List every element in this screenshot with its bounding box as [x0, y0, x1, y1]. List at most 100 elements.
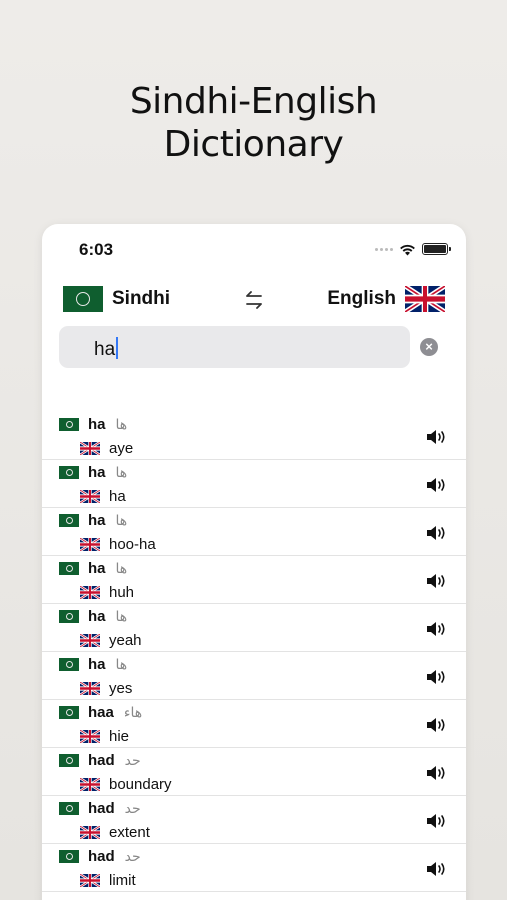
result-script: حد — [124, 800, 141, 817]
result-translation: ha — [109, 488, 126, 505]
pakistan-flag-icon — [59, 706, 79, 719]
result-source: haa هاء — [59, 704, 142, 721]
result-row[interactable]: ha ها yeah — [42, 604, 466, 652]
result-word: ha — [88, 608, 106, 625]
pakistan-flag-icon — [59, 466, 79, 479]
result-row[interactable]: ha ها aye — [42, 412, 466, 460]
speaker-icon[interactable] — [425, 476, 447, 494]
result-translation-line: huh — [80, 584, 134, 601]
uk-flag-icon — [80, 490, 100, 503]
speaker-icon[interactable] — [425, 572, 447, 590]
result-word: ha — [88, 416, 106, 433]
result-translation: hie — [109, 728, 130, 745]
result-row[interactable]: ha ها yes — [42, 652, 466, 700]
uk-flag-icon — [80, 442, 100, 455]
uk-flag-icon — [80, 634, 100, 647]
speaker-icon[interactable] — [425, 860, 447, 878]
result-script: حد — [124, 848, 141, 865]
result-translation-line: limit — [80, 872, 136, 889]
result-translation-line: aye — [80, 440, 133, 457]
battery-icon — [422, 243, 451, 255]
result-word: had — [88, 848, 115, 865]
clear-circle-icon[interactable]: × — [420, 338, 438, 356]
result-word: haa — [88, 704, 114, 721]
result-translation: boundary — [109, 776, 172, 793]
status-icons — [375, 242, 451, 256]
speaker-icon[interactable] — [425, 764, 447, 782]
result-source: ha ها — [59, 608, 127, 625]
pakistan-flag-icon — [59, 562, 79, 575]
pakistan-flag-icon — [59, 658, 79, 671]
result-translation: yes — [109, 680, 133, 697]
result-script: ها — [115, 416, 128, 433]
search-input[interactable]: ha — [59, 326, 410, 368]
uk-flag-icon — [80, 730, 100, 743]
language-bar: Sindhi English — [42, 284, 466, 314]
speaker-icon[interactable] — [425, 524, 447, 542]
status-bar: 6:03 — [42, 224, 466, 274]
swap-arrows-icon[interactable] — [242, 288, 266, 312]
result-row[interactable]: ha ها ha — [42, 460, 466, 508]
uk-flag-icon — [80, 682, 100, 695]
result-word: ha — [88, 560, 106, 577]
results-list: ha ها aye ha ها ha ha ها hoo-ha ha ها huh ha ها yeah ha… — [42, 412, 466, 892]
source-language[interactable]: Sindhi — [63, 286, 170, 312]
uk-flag-icon — [80, 538, 100, 551]
result-row[interactable]: haa هاء hie — [42, 700, 466, 748]
result-script: ها — [115, 512, 128, 529]
pakistan-flag-icon — [59, 418, 79, 431]
result-translation-line: yeah — [80, 632, 142, 649]
search-row: ha × — [42, 326, 466, 368]
signal-icon — [375, 247, 393, 251]
result-source: ha ها — [59, 464, 127, 481]
result-row[interactable]: ha ها hoo-ha — [42, 508, 466, 556]
result-script: هاء — [123, 704, 143, 721]
result-translation: huh — [109, 584, 135, 601]
result-word: ha — [88, 464, 106, 481]
speaker-icon[interactable] — [425, 620, 447, 638]
uk-flag-icon — [80, 778, 100, 791]
result-translation: limit — [109, 872, 136, 889]
result-source: had حد — [59, 752, 141, 769]
wifi-icon — [400, 244, 415, 255]
uk-flag-icon — [80, 586, 100, 599]
speaker-icon[interactable] — [425, 428, 447, 446]
result-translation-line: boundary — [80, 776, 172, 793]
status-time: 6:03 — [79, 240, 114, 259]
phone-screen: 6:03 Sindhi English ha × ha ها aye ha ها… — [42, 224, 466, 900]
headline: Sindhi-English Dictionary — [0, 80, 507, 166]
result-source: had حد — [59, 848, 141, 865]
pakistan-flag-icon — [59, 850, 79, 863]
result-translation-line: ha — [80, 488, 126, 505]
target-language[interactable]: English — [327, 286, 445, 312]
result-source: ha ها — [59, 656, 127, 673]
pakistan-flag-icon — [63, 286, 103, 312]
pakistan-flag-icon — [59, 610, 79, 623]
result-script: حد — [124, 752, 141, 769]
speaker-icon[interactable] — [425, 716, 447, 734]
pakistan-flag-icon — [59, 802, 79, 815]
source-language-label: Sindhi — [112, 288, 171, 309]
result-row[interactable]: ha ها huh — [42, 556, 466, 604]
result-row[interactable]: had حد boundary — [42, 748, 466, 796]
result-row[interactable]: had حد limit — [42, 844, 466, 892]
uk-flag-icon — [80, 874, 100, 887]
speaker-icon[interactable] — [425, 668, 447, 686]
result-translation: yeah — [109, 632, 142, 649]
result-source: had حد — [59, 800, 141, 817]
result-source: ha ها — [59, 416, 127, 433]
result-word: ha — [88, 512, 106, 529]
result-row[interactable]: had حد extent — [42, 796, 466, 844]
uk-flag-icon — [405, 286, 445, 312]
headline-line-2: Dictionary — [163, 124, 344, 165]
result-script: ها — [115, 560, 128, 577]
speaker-icon[interactable] — [425, 812, 447, 830]
result-source: ha ها — [59, 512, 127, 529]
result-script: ها — [115, 464, 128, 481]
text-caret — [116, 337, 119, 359]
pakistan-flag-icon — [59, 514, 79, 527]
headline-line-1: Sindhi-English — [129, 81, 378, 122]
result-translation: extent — [109, 824, 150, 841]
result-translation: aye — [109, 440, 134, 457]
result-translation-line: hoo-ha — [80, 536, 156, 553]
